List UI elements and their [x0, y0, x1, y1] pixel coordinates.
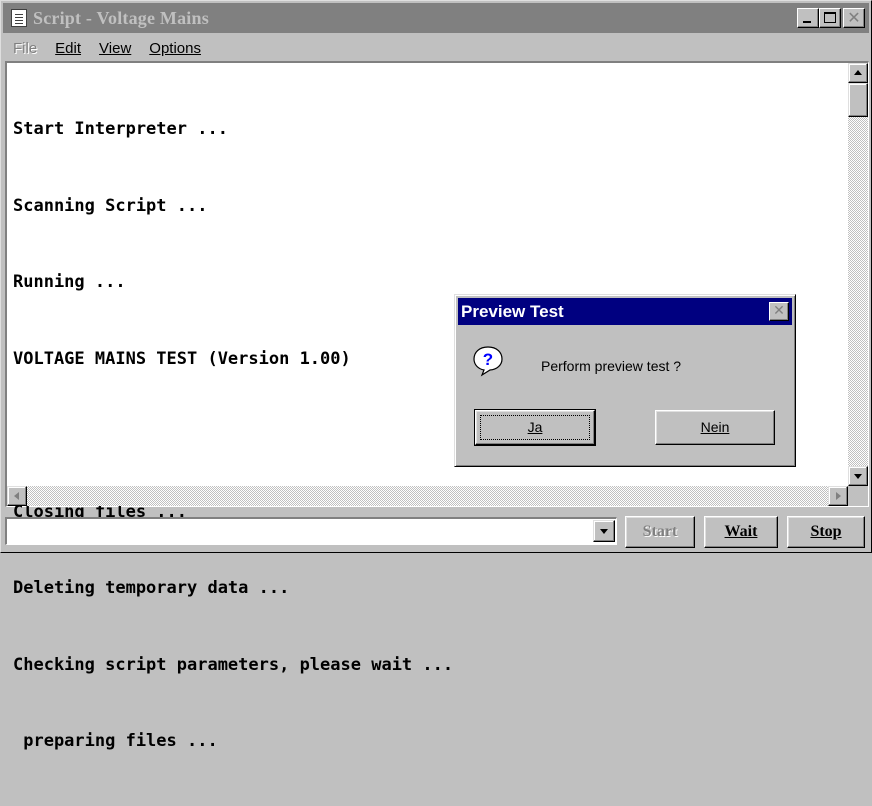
- minimize-icon: [803, 21, 811, 23]
- dialog-title: Preview Test: [461, 301, 564, 321]
- horizontal-scrollbar[interactable]: [7, 486, 848, 506]
- menu-file[interactable]: File: [3, 40, 45, 57]
- menu-edit[interactable]: Edit: [45, 40, 89, 57]
- maximize-icon: [824, 12, 836, 23]
- focus-rect: [480, 415, 590, 440]
- document-icon[interactable]: [11, 9, 27, 27]
- dialog-close-button[interactable]: ✕: [769, 302, 789, 321]
- minimize-button[interactable]: [797, 8, 819, 28]
- wait-label: Wait: [724, 523, 758, 540]
- console-line: Scanning Script ...: [13, 195, 208, 216]
- title-bar[interactable]: Script - Voltage Mains ✕: [3, 3, 869, 33]
- scroll-left-button[interactable]: [7, 486, 27, 506]
- question-icon: ?: [473, 346, 503, 377]
- close-icon: ✕: [847, 8, 861, 27]
- menu-options-label: Options: [149, 39, 201, 57]
- console-line: Running ...: [13, 272, 126, 292]
- dialog-message: Perform preview test ?: [541, 358, 682, 374]
- arrow-left-icon: [14, 492, 19, 500]
- console-line: preparing files ...: [13, 731, 218, 751]
- scroll-down-button[interactable]: [848, 466, 868, 486]
- menu-view[interactable]: View: [89, 40, 139, 57]
- chevron-down-icon: [600, 529, 608, 534]
- stop-button[interactable]: Stop: [787, 516, 865, 548]
- menu-bar: File Edit View Options: [3, 37, 209, 59]
- console-line: Checking script parameters, please wait …: [13, 654, 454, 675]
- stop-label: Stop: [810, 523, 842, 540]
- close-button[interactable]: ✕: [843, 8, 865, 28]
- console-line: Start Interpreter ...: [13, 119, 228, 139]
- arrow-down-icon: [854, 474, 862, 479]
- svg-text:?: ?: [483, 350, 493, 369]
- script-combo-box[interactable]: [5, 517, 617, 545]
- start-button[interactable]: Start: [625, 516, 695, 548]
- menu-options[interactable]: Options: [139, 40, 209, 57]
- scroll-right-button[interactable]: [828, 486, 848, 506]
- preview-test-dialog: Preview Test ✕ ? Perform preview test ? …: [454, 294, 796, 467]
- arrow-up-icon: [854, 70, 862, 75]
- nein-button[interactable]: Nein: [655, 410, 775, 445]
- maximize-button[interactable]: [819, 8, 841, 28]
- nein-label: Nein: [700, 419, 730, 435]
- vertical-scroll-thumb[interactable]: [848, 83, 868, 117]
- combo-dropdown-button[interactable]: [593, 520, 615, 542]
- menu-edit-label: Edit: [55, 39, 82, 57]
- script-window: Script - Voltage Mains ✕ File Edit View …: [0, 0, 872, 751]
- window-title: Script - Voltage Mains: [33, 7, 209, 28]
- combo-value: [7, 519, 11, 536]
- console-line: Deleting temporary data ...: [13, 578, 290, 598]
- wait-button[interactable]: Wait: [704, 516, 778, 548]
- scrollbar-corner: [848, 486, 868, 506]
- scroll-up-button[interactable]: [848, 63, 868, 83]
- start-label: Start: [642, 523, 678, 540]
- window-controls: ✕: [797, 8, 865, 28]
- menu-view-label: View: [99, 39, 132, 57]
- close-icon: ✕: [773, 303, 785, 319]
- arrow-right-icon: [836, 492, 841, 500]
- ja-button[interactable]: Ja: [474, 409, 596, 446]
- dialog-title-bar[interactable]: Preview Test ✕: [458, 298, 792, 325]
- vertical-scrollbar[interactable]: [848, 63, 868, 486]
